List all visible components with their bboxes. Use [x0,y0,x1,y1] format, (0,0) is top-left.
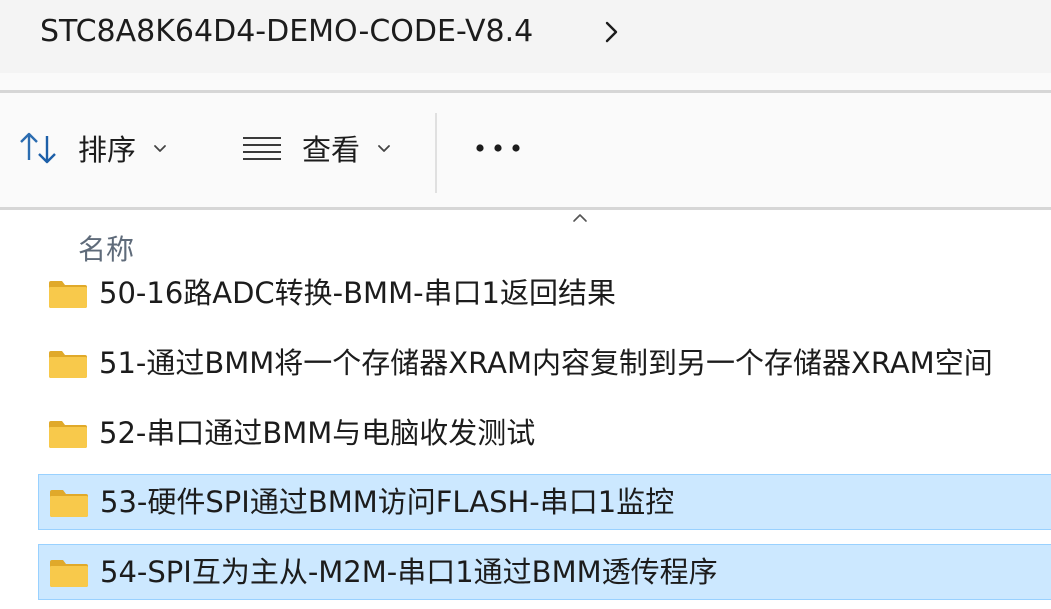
chevron-down-icon [154,145,166,152]
command-bar: 排序 查看 [0,93,1051,207]
file-list: 名称 50-16路ADC转换-BMM-串口1返回结果 51-通过BMM将一个存储… [0,210,1051,609]
more-options-icon [476,144,520,152]
sort-icon [20,132,56,164]
list-item-name: 53-硬件SPI通过BMM访问FLASH-串口1监控 [100,485,675,519]
list-item[interactable]: 50-16路ADC转换-BMM-串口1返回结果 [38,266,1051,322]
view-label: 查看 [302,133,361,167]
list-item-name: 54-SPI互为主从-M2M-串口1通过BMM透传程序 [100,555,718,589]
chevron-down-icon [378,145,390,152]
sort-ascending-icon [573,214,587,222]
toolbar-divider [435,113,437,193]
chevron-right-icon[interactable] [598,16,626,48]
breadcrumb-current-folder[interactable]: STC8A8K64D4-DEMO-CODE-V8.4 [40,10,533,54]
folder-icon [49,421,87,448]
list-item-name: 51-通过BMM将一个存储器XRAM内容复制到另一个存储器XRAM空间 [99,346,993,380]
folder-icon [50,490,88,517]
sort-button[interactable]: 排序 [18,123,172,173]
address-bar-gap [0,73,1051,90]
list-item[interactable]: 52-串口通过BMM与电脑收发测试 [38,406,1051,462]
view-button[interactable]: 查看 [240,123,396,173]
folder-icon [49,281,87,308]
folder-icon [50,560,88,587]
column-header-name[interactable]: 名称 [78,228,134,268]
more-options-button[interactable] [472,123,524,173]
view-list-icon [243,137,281,160]
sort-label: 排序 [78,133,137,167]
list-item-name: 50-16路ADC转换-BMM-串口1返回结果 [99,276,617,310]
address-bar: STC8A8K64D4-DEMO-CODE-V8.4 [0,0,1051,73]
list-item-name: 52-串口通过BMM与电脑收发测试 [99,416,536,450]
folder-icon [49,351,87,378]
list-item-selected[interactable]: 54-SPI互为主从-M2M-串口1通过BMM透传程序 [38,544,1051,600]
list-item[interactable]: 51-通过BMM将一个存储器XRAM内容复制到另一个存储器XRAM空间 [38,336,1051,392]
list-item-selected[interactable]: 53-硬件SPI通过BMM访问FLASH-串口1监控 [38,474,1051,530]
